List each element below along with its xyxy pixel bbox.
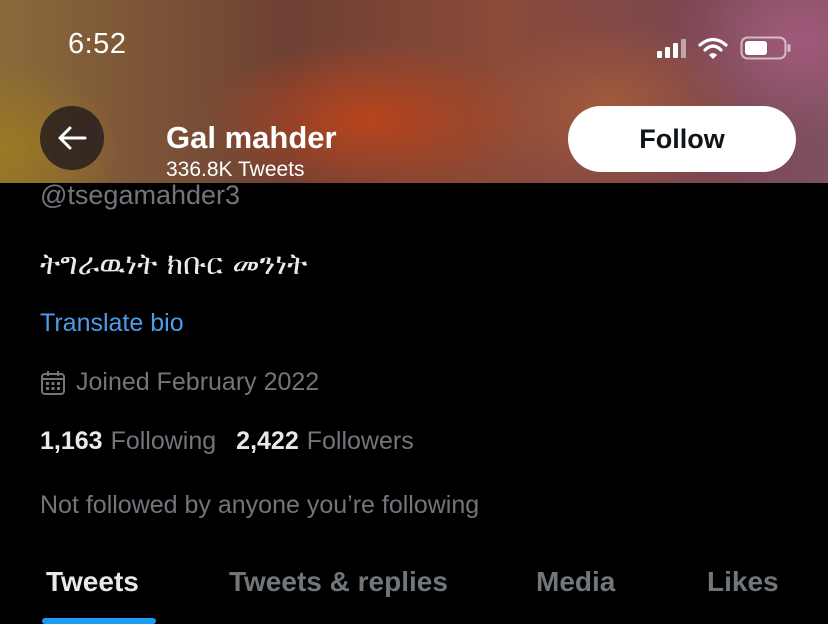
header-tweet-count: 336.8K Tweets xyxy=(166,158,305,181)
battery-icon xyxy=(740,36,791,60)
following-label: Following xyxy=(110,427,217,455)
back-button[interactable] xyxy=(40,106,104,170)
joined-text: Joined February 2022 xyxy=(76,368,320,396)
profile-handle: @tsegamahder3 xyxy=(40,183,241,210)
tab-tweets[interactable]: Tweets xyxy=(46,566,139,598)
following-link[interactable]: 1,163 Following xyxy=(40,427,216,456)
cellular-signal-icon xyxy=(657,38,686,58)
joined-date: Joined February 2022 xyxy=(40,368,319,397)
follow-stats: 1,163 Following 2,422 Followers xyxy=(40,427,414,456)
tab-tweets-replies[interactable]: Tweets & replies xyxy=(229,566,448,598)
followers-count: 2,422 xyxy=(236,427,299,455)
wifi-icon xyxy=(698,37,728,59)
following-count: 1,163 xyxy=(40,427,103,455)
translate-bio-link[interactable]: Translate bio xyxy=(40,309,184,338)
status-icons xyxy=(657,36,792,60)
header-display-name: Gal mahder xyxy=(166,120,337,155)
followers-label: Followers xyxy=(306,427,414,455)
tab-likes[interactable]: Likes xyxy=(707,566,779,598)
not-followed-notice: Not followed by anyone you’re following xyxy=(40,491,480,519)
active-tab-indicator xyxy=(42,618,156,624)
followers-link[interactable]: 2,422 Followers xyxy=(236,427,414,456)
tab-media[interactable]: Media xyxy=(536,566,615,598)
profile-tabs: Tweets Tweets & replies Media Likes xyxy=(0,560,828,624)
arrow-left-icon xyxy=(58,126,87,150)
status-time: 6:52 xyxy=(68,28,127,60)
follow-button[interactable]: Follow xyxy=(568,106,796,172)
calendar-icon xyxy=(41,370,65,395)
profile-bio: ትግራዉነት ክቡር መንነት xyxy=(40,247,308,282)
handle-clip: @tsegamahder3 xyxy=(0,183,828,223)
